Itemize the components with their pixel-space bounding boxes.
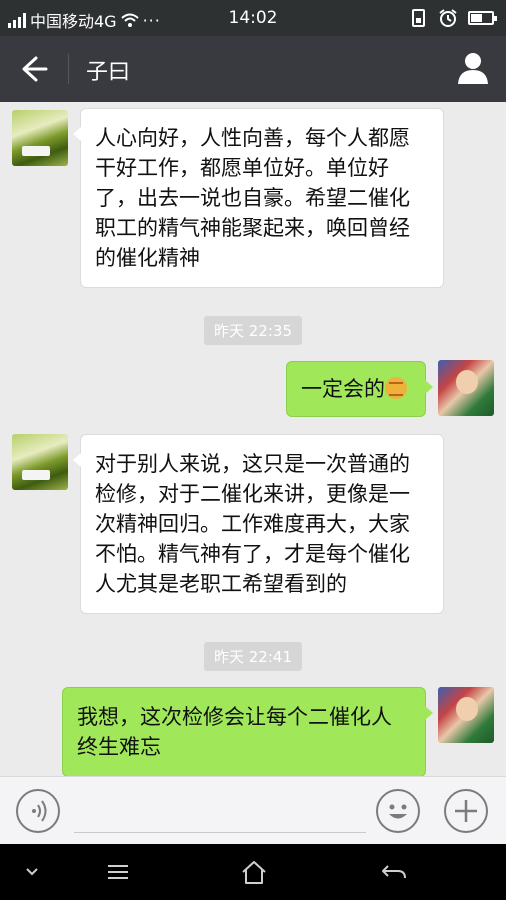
input-bar (0, 776, 506, 844)
header-divider (68, 54, 69, 84)
message-text: 人心向好，人性向善，每个人都愿干好工作，都愿单位好。单位好了，出去一说也自豪。希… (95, 126, 410, 270)
back-arrow-icon[interactable] (376, 856, 412, 888)
timestamp-label: 昨天 22:35 (204, 316, 302, 345)
message-text: 我想，这次检修会让每个二催化人终生难忘 (77, 705, 392, 759)
fist-emoji-icon (385, 377, 407, 399)
timestamp: 昨天 22:41 (0, 642, 506, 671)
battery-icon (468, 11, 497, 25)
message-text: 一定会的 (301, 377, 385, 401)
chevron-down-icon[interactable] (14, 856, 50, 888)
profile-button[interactable] (456, 50, 490, 86)
menu-icon[interactable] (100, 856, 136, 888)
message-bubble-sent[interactable]: 一定会的 (286, 361, 433, 417)
message-bubble-received[interactable]: 人心向好，人性向善，每个人都愿干好工作，都愿单位好。单位好了，出去一说也自豪。希… (73, 108, 444, 288)
message-input[interactable] (74, 791, 366, 833)
message-text: 对于别人来说，这只是一次普通的检修，对于二催化来讲，更像是一次精神回归。工作难度… (95, 452, 410, 596)
plus-icon (455, 800, 477, 822)
system-navigation-bar (0, 844, 506, 900)
smiley-icon (389, 804, 407, 819)
message-bubble-sent[interactable]: 我想，这次检修会让每个二催化人终生难忘 (62, 687, 433, 776)
status-bar: 中国移动4G ··· 14:02 (0, 0, 506, 36)
timestamp-label: 昨天 22:41 (204, 642, 302, 671)
chat-title: 子曰 (86, 60, 131, 85)
voice-input-button[interactable] (16, 789, 60, 833)
my-avatar[interactable] (438, 687, 494, 743)
message-list[interactable]: 人心向好，人性向善，每个人都愿干好工作，都愿单位好。单位好了，出去一说也自豪。希… (0, 102, 506, 776)
message-bubble-received[interactable]: 对于别人来说，这只是一次普通的检修，对于二催化来讲，更像是一次精神回归。工作难度… (73, 434, 444, 614)
chat-header: 子曰 (0, 36, 506, 102)
sim-card-icon (412, 9, 425, 27)
contact-avatar[interactable] (12, 110, 68, 166)
status-right (410, 8, 497, 28)
emoji-button[interactable] (376, 789, 420, 833)
home-icon[interactable] (236, 856, 272, 888)
more-options-button[interactable] (444, 789, 488, 833)
back-button[interactable] (16, 52, 52, 86)
alarm-icon (439, 9, 457, 27)
contact-avatar[interactable] (12, 434, 68, 490)
voice-icon (32, 800, 47, 822)
timestamp: 昨天 22:35 (0, 316, 506, 345)
my-avatar[interactable] (438, 360, 494, 416)
